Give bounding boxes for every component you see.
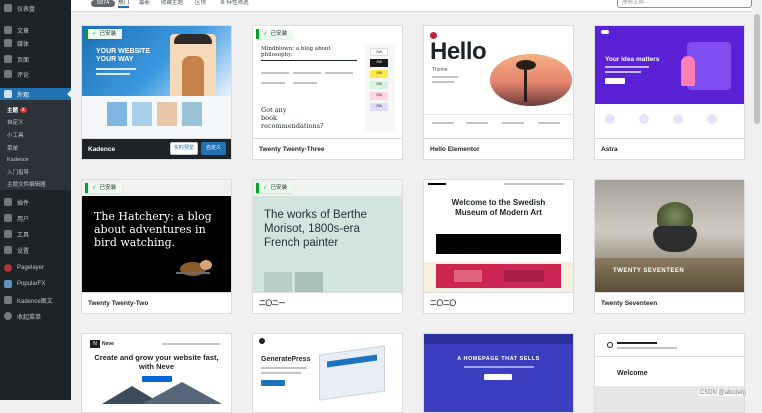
submenu-customize[interactable]: 自定义: [0, 116, 71, 127]
check-icon: ✓: [263, 31, 268, 37]
submenu-themes[interactable]: 主题 4: [0, 104, 71, 115]
submenu-getting-started[interactable]: 入门指导: [0, 166, 71, 177]
submenu-menus[interactable]: 菜单: [0, 142, 71, 153]
sidebar-item-comments[interactable]: 评论: [0, 68, 71, 80]
sidebar-item-appearance[interactable]: 外观: [0, 88, 71, 100]
sidebar-item-kadence-blocks[interactable]: Kadence图文: [0, 294, 71, 306]
theme-screenshot: Welcome to the Swedish Museum of Modern …: [424, 180, 573, 292]
theme-name: Astra: [595, 138, 744, 159]
theme-screenshot: A HOMEPAGE THAT SELLS: [424, 334, 573, 413]
installed-badge: ✓已安装: [85, 183, 122, 193]
watermark: CSDN @abcdefg: [698, 390, 748, 396]
theme-screenshot: Mindblown: a blog about philosophy. Got …: [253, 26, 402, 138]
check-icon: ✓: [263, 185, 268, 191]
tab-latest[interactable]: 最新: [139, 0, 150, 8]
sidebar-item-pages[interactable]: 页面: [0, 53, 71, 65]
theme-card-hello-elementor[interactable]: Hello Theme Hello Elementor: [423, 25, 574, 160]
tab-popular[interactable]: 热门: [118, 0, 129, 8]
theme-update-badge: 4: [20, 107, 27, 113]
theme-name: Twenty Seventeen: [595, 292, 744, 313]
submenu-widgets[interactable]: 小工具: [0, 129, 71, 140]
installed-badge: ✓已安装: [256, 29, 293, 39]
current-arrow: [67, 90, 71, 98]
theme-name: 二〇二一: [253, 292, 402, 313]
theme-screenshot: The works of Berthe Morisot, 1800s-era F…: [253, 180, 402, 292]
theme-name: Twenty Twenty-Two: [82, 292, 231, 313]
theme-name: Hello Elementor: [424, 138, 573, 159]
theme-screenshot: Hello Theme: [424, 26, 573, 138]
theme-name: 二〇二〇: [424, 292, 573, 313]
sidebar-item-media[interactable]: 媒体: [0, 37, 71, 49]
theme-screenshot: Your idea matters: [595, 26, 744, 138]
comment-icon: [4, 70, 12, 78]
sidebar-item-users[interactable]: 用户: [0, 212, 71, 224]
customize-button[interactable]: 自定义: [201, 142, 226, 155]
theme-card-generatepress[interactable]: GeneratePress: [252, 333, 403, 413]
submenu-theme-editor[interactable]: 主题文件编辑器: [0, 178, 71, 189]
theme-screenshot: YOUR WEBSITE YOUR WAY: [82, 26, 231, 138]
theme-screenshot: Welcome: [595, 334, 744, 413]
theme-card-blockbase[interactable]: Welcome: [594, 333, 745, 413]
tab-favorites[interactable]: 收藏主题: [161, 0, 183, 8]
sidebar-item-popularfx[interactable]: PopularFX: [0, 278, 71, 290]
sidebar-item-settings[interactable]: 设置: [0, 244, 71, 256]
installed-badge: ✓已安装: [85, 29, 122, 39]
theme-screenshot: GeneratePress: [253, 334, 402, 413]
brush-icon: [4, 90, 12, 98]
theme-name: Twenty Twenty-Three: [253, 138, 402, 159]
sidebar-item-pagelayer[interactable]: Pagelayer: [0, 262, 71, 274]
tab-block-themes[interactable]: 区块: [195, 0, 206, 8]
plugin-icon: [4, 198, 12, 206]
theme-card-twentytwentyone[interactable]: The works of Berthe Morisot, 1800s-era F…: [252, 179, 403, 314]
theme-card-kadence[interactable]: YOUR WEBSITE YOUR WAY ✓已安装 Kadence 实时预览 …: [81, 25, 232, 160]
theme-screenshot: The Hatchery: a blog about adventures in…: [82, 180, 231, 292]
pin-icon: [4, 26, 12, 34]
theme-card-twentytwentythree[interactable]: Mindblown: a blog about philosophy. Got …: [252, 25, 403, 160]
sidebar-item-tools[interactable]: 工具: [0, 228, 71, 240]
settings-icon: [4, 246, 12, 254]
sidebar-item-posts[interactable]: 文章: [0, 24, 71, 36]
page-scrollbar[interactable]: [752, 0, 762, 400]
theme-filter-bar: 5974 热门 最新 收藏主题 区块 ⚙ 特性筛选 搜索主题...: [71, 0, 762, 12]
theme-screenshot: N Neve Create and grow your website fast…: [82, 334, 231, 413]
media-icon: [4, 39, 12, 47]
theme-card-twentytwentytwo[interactable]: The Hatchery: a blog about adventures in…: [81, 179, 232, 314]
collapse-icon: [4, 312, 12, 320]
sidebar-item-plugins[interactable]: 插件: [0, 196, 71, 208]
kadence-icon: [4, 296, 12, 304]
theme-card-twentyseventeen[interactable]: TWENTY SEVENTEEN Twenty Seventeen: [594, 179, 745, 314]
users-icon: [4, 214, 12, 222]
theme-card-astra[interactable]: Your idea matters Astra: [594, 25, 745, 160]
wrench-icon: [4, 230, 12, 238]
live-preview-button[interactable]: 实时预览: [170, 142, 198, 155]
scrollbar-thumb[interactable]: [754, 14, 760, 124]
theme-card-twentytwenty[interactable]: Welcome to the Swedish Museum of Modern …: [423, 179, 574, 314]
tab-feature-filter[interactable]: ⚙ 特性筛选: [220, 0, 248, 8]
pagelayer-icon: [4, 264, 12, 272]
sidebar-item-dashboard[interactable]: 仪表盘: [0, 2, 71, 14]
installed-badge: ✓已安装: [256, 183, 293, 193]
submenu-kadence[interactable]: Kadence: [0, 154, 71, 165]
dashboard-icon: [4, 4, 12, 12]
page-icon: [4, 55, 12, 63]
sidebar-collapse[interactable]: 收起菜单: [0, 310, 71, 322]
theme-count: 5974: [91, 0, 115, 7]
check-icon: ✓: [92, 185, 97, 191]
search-themes-input[interactable]: 搜索主题...: [617, 0, 752, 8]
theme-card-popularfx[interactable]: A HOMEPAGE THAT SELLS: [423, 333, 574, 413]
gear-icon: ⚙: [220, 0, 225, 6]
check-icon: ✓: [92, 31, 97, 37]
admin-sidebar: 仪表盘 文章 媒体 页面 评论 外观 主题 4 自定义 小工具 菜单 Kaden…: [0, 0, 71, 400]
theme-card-neve[interactable]: N Neve Create and grow your website fast…: [81, 333, 232, 413]
theme-screenshot: TWENTY SEVENTEEN: [595, 180, 744, 292]
popularfx-icon: [4, 280, 12, 288]
